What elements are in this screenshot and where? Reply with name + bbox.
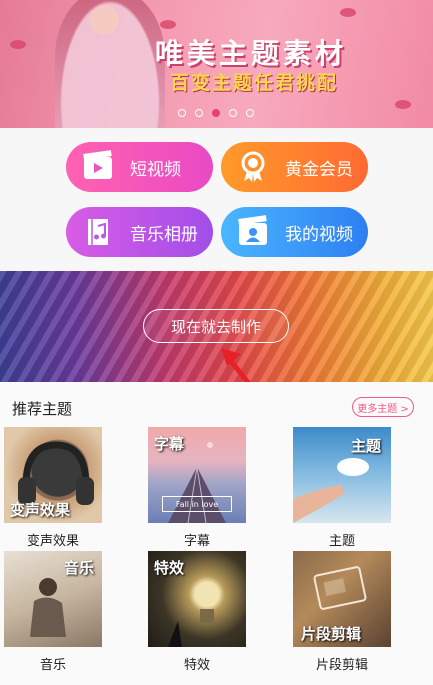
tile-caption: 变声效果 — [26, 534, 79, 549]
tile-caption: 主题 — [328, 534, 355, 549]
music-album-label: 音乐相册 — [130, 224, 198, 245]
theme-tile-effects[interactable]: 特效 — [148, 551, 246, 647]
short-video-button[interactable]: 短视频 — [66, 142, 213, 192]
more-themes-button[interactable]: 更多主题 > — [352, 397, 414, 417]
tile-tag: 片段剪辑 — [301, 625, 362, 643]
section-title: 推荐主题 — [12, 400, 73, 418]
tile-tag: 主题 — [351, 437, 382, 455]
tile-tag: 音乐 — [64, 559, 95, 577]
theme-tile-subtitle[interactable]: 字幕 Fall in love — [148, 427, 246, 523]
gold-member-label: 黄金会员 — [285, 159, 353, 180]
action-buttons: 短视频 黄金会员 音乐相册 我的视频 — [0, 128, 433, 271]
music-album-icon — [80, 214, 116, 250]
top-banner[interactable]: 唯美主题素材 百变主题任君挑配 — [0, 0, 433, 128]
petal-decoration — [340, 8, 356, 17]
banner-title: 唯美主题素材 — [155, 37, 348, 70]
theme-tile-music[interactable]: 音乐 — [4, 551, 102, 647]
tile-tag: 字幕 — [154, 435, 185, 453]
tile-caption: 音乐 — [39, 658, 66, 673]
tile-caption: 特效 — [183, 658, 210, 673]
film-icon — [80, 149, 116, 185]
carousel-dot[interactable] — [178, 109, 186, 117]
petal-decoration — [160, 20, 176, 29]
my-video-icon — [235, 214, 271, 250]
tile-subtitle-text: Fall in love — [162, 496, 232, 512]
tile-tag: 变声效果 — [10, 501, 71, 519]
banner-illustration — [55, 0, 165, 128]
tile-tag: 特效 — [154, 559, 185, 577]
theme-tile-voice-effect[interactable]: 变声效果 — [4, 427, 102, 523]
carousel-dot-active[interactable] — [212, 109, 220, 117]
recommended-section: 推荐主题 更多主题 > 变声效果 变声效果 字幕 Fall in love 字幕… — [0, 382, 433, 685]
tile-caption: 字幕 — [183, 534, 210, 549]
theme-tile-theme[interactable]: 主题 — [293, 427, 391, 523]
music-album-button[interactable]: 音乐相册 — [66, 207, 213, 257]
carousel-dot[interactable] — [229, 109, 237, 117]
petal-decoration — [395, 100, 411, 109]
tile-caption: 片段剪辑 — [315, 658, 368, 673]
medal-icon — [235, 149, 271, 185]
banner-subtitle: 百变主题任君挑配 — [170, 72, 339, 94]
petal-decoration — [10, 40, 26, 49]
my-video-label: 我的视频 — [285, 224, 353, 245]
my-video-button[interactable]: 我的视频 — [221, 207, 368, 257]
carousel-indicator — [178, 109, 254, 117]
short-video-label: 短视频 — [130, 159, 181, 180]
theme-tile-clip-edit[interactable]: 片段剪辑 — [293, 551, 391, 647]
carousel-dot[interactable] — [246, 109, 254, 117]
gold-member-button[interactable]: 黄金会员 — [221, 142, 368, 192]
carousel-dot[interactable] — [195, 109, 203, 117]
